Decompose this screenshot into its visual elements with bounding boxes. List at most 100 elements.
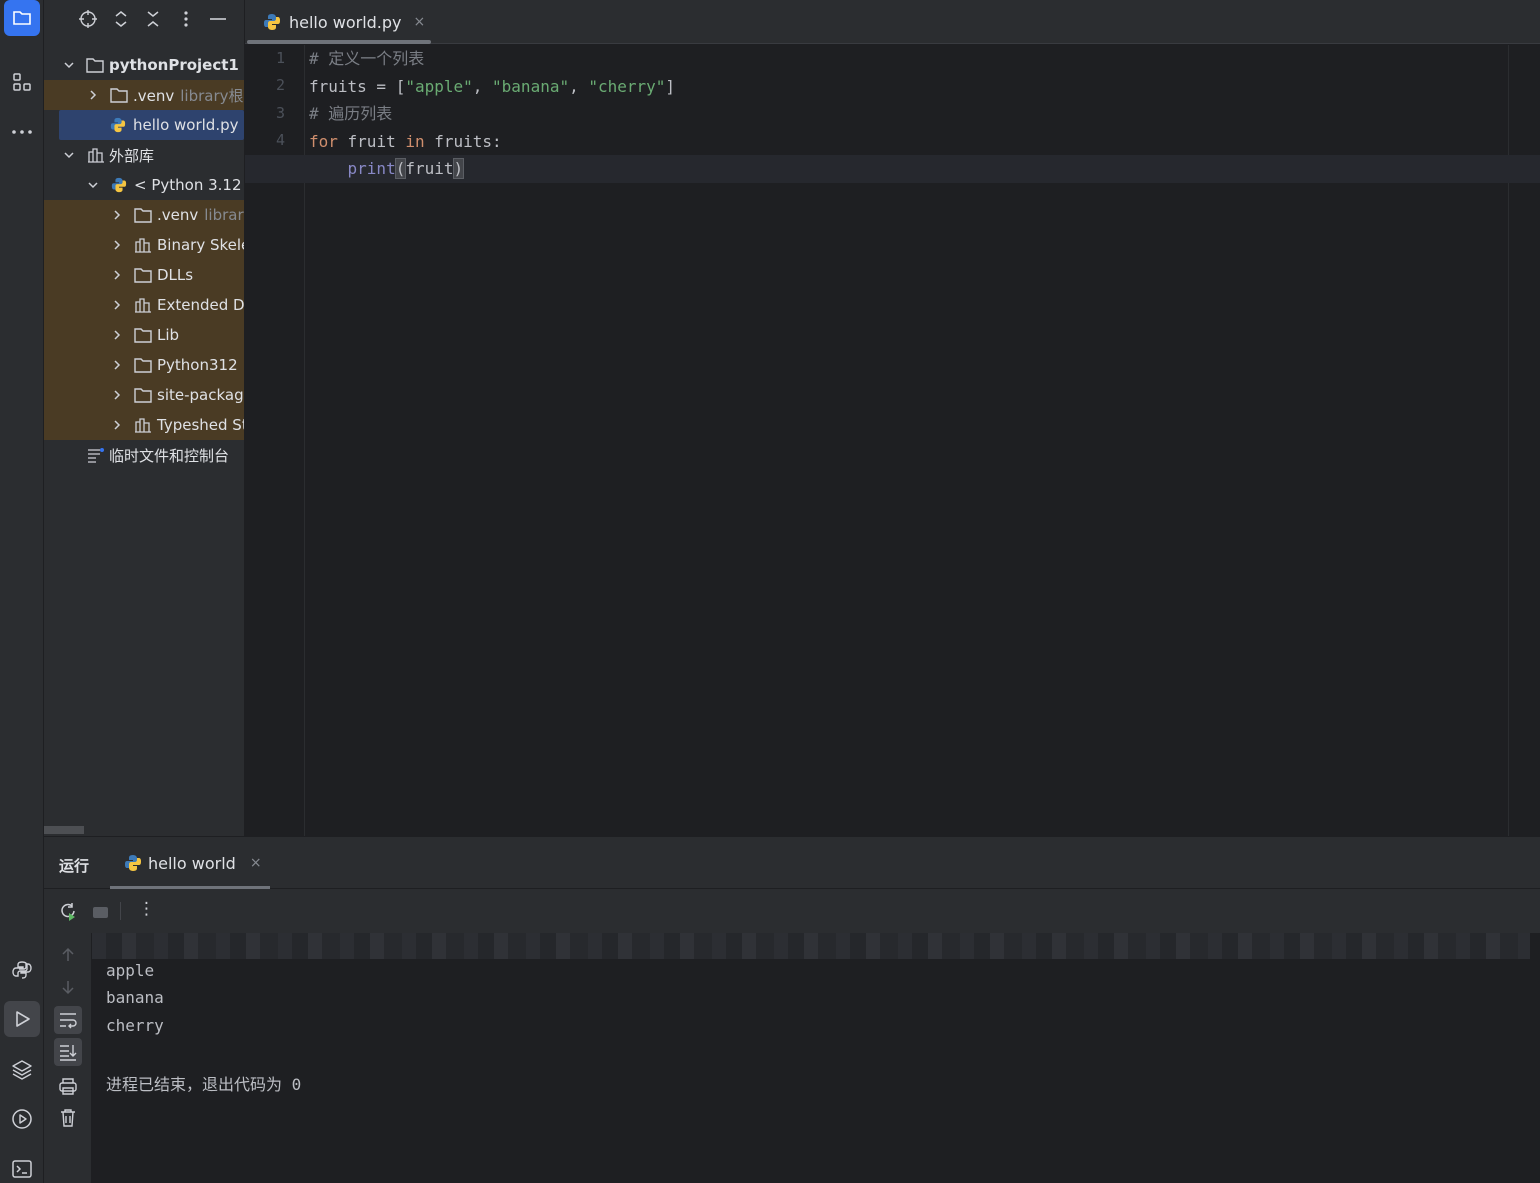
- more-tools-button[interactable]: [4, 114, 40, 150]
- folder-icon: [134, 268, 152, 283]
- run-tab-hello-world[interactable]: hello world ×: [110, 837, 270, 889]
- code-token: ,: [569, 77, 589, 96]
- collapse-all-icon[interactable]: [142, 8, 164, 30]
- options-icon[interactable]: [175, 8, 197, 30]
- locate-icon[interactable]: [77, 8, 99, 30]
- tree-item-sdk-entry[interactable]: Binary Skele: [44, 230, 244, 260]
- run-tool-button[interactable]: [4, 1001, 40, 1037]
- services-tool-button[interactable]: [4, 1101, 40, 1137]
- project-tool-button[interactable]: [4, 0, 40, 36]
- terminal-icon: [12, 1160, 32, 1178]
- run-icon: [16, 1011, 30, 1027]
- more-icon[interactable]: ⋮: [138, 899, 155, 919]
- sdk-entry-label: Typeshed St: [157, 416, 244, 434]
- structure-tool-button[interactable]: [4, 64, 40, 100]
- sdk-entry-label: Lib: [157, 326, 180, 344]
- chevron-down-icon[interactable]: [87, 179, 99, 191]
- clear-icon[interactable]: [54, 1104, 82, 1132]
- close-icon[interactable]: ×: [414, 14, 426, 30]
- chevron-down-icon[interactable]: [63, 149, 75, 161]
- chevron-right-icon[interactable]: [111, 329, 123, 341]
- project-tree: pythonProject1C .venv library根目 hello wor…: [44, 50, 244, 470]
- redacted-command-line: [92, 933, 1530, 959]
- chevron-right-icon[interactable]: [111, 389, 123, 401]
- string-literal: "banana": [492, 77, 570, 96]
- expand-all-icon[interactable]: [110, 8, 132, 30]
- string-literal: "cherry": [588, 77, 666, 96]
- horizontal-scrollbar[interactable]: [44, 826, 84, 834]
- python-icon: [125, 855, 141, 871]
- scroll-to-end-icon[interactable]: [54, 1038, 82, 1066]
- tree-item-sdk-entry[interactable]: site-package: [44, 380, 244, 410]
- folder-icon: [134, 358, 152, 373]
- chevron-right-icon[interactable]: [111, 419, 123, 431]
- rerun-icon[interactable]: [58, 902, 78, 926]
- chevron-right-icon[interactable]: [111, 299, 123, 311]
- sdk-item-list: .venv library Binary Skele DLLs Extended De L…: [44, 200, 244, 440]
- folder-icon: [134, 388, 152, 403]
- line-number: 4: [275, 131, 285, 149]
- project-panel: pythonProject1C .venv library根目 hello wor…: [44, 0, 244, 836]
- line-number: 1: [275, 49, 285, 67]
- soft-wrap-icon[interactable]: [54, 1006, 82, 1034]
- root-label: pythonProject1: [109, 56, 239, 74]
- terminal-tool-button[interactable]: [4, 1151, 40, 1183]
- library-icon: [135, 298, 151, 313]
- stop-icon[interactable]: [92, 904, 110, 924]
- line-number: 3: [275, 104, 285, 122]
- tree-item-sdk-entry[interactable]: Lib: [44, 320, 244, 350]
- sdk-entry-label: Python312: [157, 356, 238, 374]
- project-toolbar: [44, 0, 244, 38]
- line-number: 2: [275, 76, 285, 94]
- chevron-right-icon[interactable]: [87, 89, 99, 101]
- python-sdk-label: < Python 3.12 (: [134, 176, 244, 194]
- console-line: cherry: [106, 1016, 164, 1035]
- structure-icon: [13, 73, 31, 91]
- tree-item-sdk-entry[interactable]: Typeshed St: [44, 410, 244, 440]
- library-icon: [135, 418, 151, 433]
- hide-icon[interactable]: [207, 8, 229, 30]
- layers-tool-button[interactable]: [4, 1051, 40, 1087]
- matched-bracket: ): [452, 158, 465, 179]
- folder-icon: [134, 208, 152, 223]
- chevron-right-icon[interactable]: [111, 359, 123, 371]
- run-panel-header: 运行 hello world ×: [44, 837, 1540, 889]
- tree-item-external-libraries[interactable]: 外部库: [44, 140, 244, 170]
- code-token: fruit: [337, 132, 406, 151]
- console-output[interactable]: apple banana cherry 进程已结束，退出代码为 0: [92, 933, 1540, 1183]
- code-line-4: for fruit in fruits:: [309, 128, 502, 155]
- tree-item-scratches[interactable]: 临时文件和控制台: [44, 440, 244, 470]
- builtin-function: print: [347, 159, 396, 178]
- folder-icon: [86, 58, 104, 73]
- more-icon: [12, 130, 32, 134]
- close-icon[interactable]: ×: [250, 855, 262, 871]
- run-panel: 运行 hello world × ⋮ apple banana cherry 进…: [44, 836, 1540, 1183]
- tree-item-sdk-entry[interactable]: Extended De: [44, 290, 244, 320]
- chevron-right-icon[interactable]: [111, 209, 123, 221]
- tree-item-python-sdk[interactable]: < Python 3.12 (: [44, 170, 244, 200]
- console-line: banana: [106, 988, 164, 1007]
- chevron-down-icon[interactable]: [63, 59, 75, 71]
- tree-item-hello-world-py[interactable]: hello world.py: [59, 110, 244, 140]
- external-libraries-label: 外部库: [109, 146, 155, 165]
- tree-item-sdk-entry[interactable]: DLLs: [44, 260, 244, 290]
- code-line-2: fruits = ["apple", "banana", "cherry"]: [309, 73, 675, 100]
- print-icon[interactable]: [54, 1072, 82, 1100]
- folder-icon: [134, 328, 152, 343]
- editor-tab-hello-world[interactable]: hello world.py ×: [247, 0, 431, 44]
- console-line: apple: [106, 961, 155, 980]
- matched-bracket: (: [394, 158, 407, 179]
- python-console-icon: [12, 961, 32, 979]
- tree-item-sdk-entry[interactable]: .venv library: [44, 200, 244, 230]
- chevron-right-icon[interactable]: [111, 269, 123, 281]
- sdk-entry-label: .venv: [157, 206, 199, 224]
- library-icon: [135, 238, 151, 253]
- python-console-button[interactable]: [4, 952, 40, 988]
- down-icon[interactable]: [54, 973, 82, 1001]
- code-editor[interactable]: # 定义一个列表 fruits = ["apple", "banana", "c…: [245, 45, 1540, 836]
- tree-item-sdk-entry[interactable]: Python312l: [44, 350, 244, 380]
- tree-root-pythonproject1[interactable]: pythonProject1C: [44, 50, 244, 80]
- chevron-right-icon[interactable]: [111, 239, 123, 251]
- tree-item-venv[interactable]: .venv library根目: [44, 80, 244, 110]
- up-icon[interactable]: [54, 941, 82, 969]
